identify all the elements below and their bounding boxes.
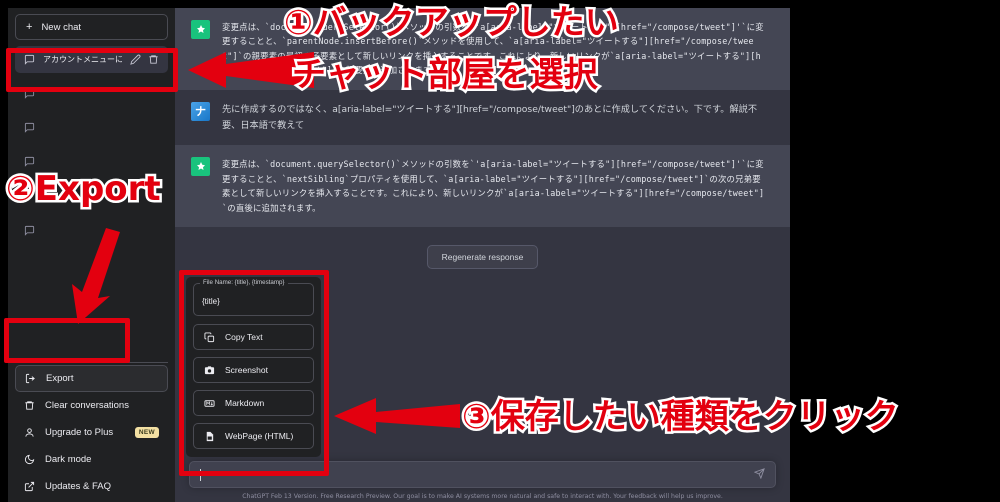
chat-message-assistant-2: 変更点は、`document.querySelector()`メソッドの引数を`… bbox=[175, 145, 790, 228]
status-badge: NEW bbox=[134, 427, 159, 438]
chat-history-list: アカウントメニューにリンク追 bbox=[8, 46, 175, 251]
annotation-step-3: ③保存したい種類をクリック bbox=[460, 395, 902, 438]
annotation-step-2: ②Export bbox=[4, 167, 164, 210]
message-icon bbox=[24, 88, 35, 99]
new-chat-button[interactable]: + New chat bbox=[15, 14, 168, 40]
camera-icon bbox=[204, 365, 215, 376]
annotation-arrow-2 bbox=[72, 228, 120, 324]
sidebar-item-label: Export bbox=[46, 373, 74, 384]
message-icon bbox=[24, 225, 35, 236]
message-icon bbox=[24, 122, 35, 133]
avatar-initial: ナ bbox=[195, 105, 206, 119]
export-option-label: WebPage (HTML) bbox=[225, 431, 294, 441]
message-icon bbox=[24, 54, 35, 65]
trash-icon[interactable] bbox=[148, 54, 159, 65]
chat-history-item-2[interactable] bbox=[15, 114, 168, 141]
filename-input[interactable]: {title} bbox=[202, 297, 220, 306]
moon-icon bbox=[24, 454, 35, 465]
user-icon bbox=[24, 427, 35, 438]
chat-row-actions bbox=[130, 54, 159, 65]
annotation-step-1-line-2: チャット部屋を選択 bbox=[290, 53, 601, 96]
sidebar-item-label: Updates & FAQ bbox=[45, 481, 112, 492]
filename-field[interactable]: File Name: {title}, {timestamp} {title} bbox=[193, 279, 314, 316]
copy-icon bbox=[204, 331, 215, 343]
app-screenshot: + New chat アカウントメニューにリンク追 bbox=[0, 0, 1000, 502]
send-icon[interactable] bbox=[753, 466, 765, 484]
sidebar-item-upgrade-to-plus[interactable]: Upgrade to Plus NEW bbox=[15, 419, 168, 446]
export-popup: File Name: {title}, {timestamp} {title} … bbox=[186, 277, 321, 457]
file-html-icon bbox=[204, 431, 215, 442]
plus-icon: + bbox=[26, 20, 33, 33]
sidebar-item-clear-conversations[interactable]: Clear conversations bbox=[15, 392, 168, 419]
sidebar-item-label: Clear conversations bbox=[45, 400, 129, 411]
message-icon bbox=[24, 156, 35, 167]
sidebar-item-export[interactable]: Export bbox=[15, 365, 168, 392]
external-link-icon bbox=[24, 481, 35, 492]
export-icon bbox=[25, 373, 36, 384]
markdown-icon bbox=[204, 398, 215, 409]
assistant-avatar bbox=[191, 20, 210, 39]
message-composer[interactable] bbox=[189, 461, 776, 488]
chat-message-text: 先に作成するのではなく、a[aria-label="ツイートする"][href=… bbox=[222, 103, 758, 131]
chat-history-item-1[interactable] bbox=[15, 80, 168, 107]
chat-history-item-title: アカウントメニューにリンク追 bbox=[43, 55, 122, 64]
export-option-copy-text[interactable]: Copy Text bbox=[193, 324, 314, 350]
chat-history-item-0[interactable]: アカウントメニューにリンク追 bbox=[15, 46, 168, 73]
regenerate-response-button[interactable]: Regenerate response bbox=[426, 245, 539, 270]
sidebar-item-label: Dark mode bbox=[45, 454, 92, 465]
export-option-label: Markdown bbox=[225, 398, 265, 408]
sidebar-item-label: Upgrade to Plus bbox=[45, 427, 114, 438]
sidebar-item-dark-mode[interactable]: Dark mode bbox=[15, 446, 168, 473]
chat-message-text: 変更点は、`document.querySelector()`メソッドの引数を`… bbox=[222, 159, 765, 213]
sidebar-divider bbox=[15, 362, 168, 363]
export-option-screenshot[interactable]: Screenshot bbox=[193, 357, 314, 383]
sidebar-item-updates-faq[interactable]: Updates & FAQ bbox=[15, 473, 168, 500]
annotation-step-1-line-1: ①バックアップしたい bbox=[282, 1, 622, 44]
footer-note: ChatGPT Feb 13 Version. Free Research Pr… bbox=[242, 493, 723, 500]
user-avatar: ナ bbox=[191, 101, 210, 121]
regenerate-row: Regenerate response bbox=[175, 245, 790, 270]
export-option-markdown[interactable]: Markdown bbox=[193, 390, 314, 416]
new-chat-label: New chat bbox=[41, 21, 82, 33]
chat-message-user-1: ナ 先に作成するのではなく、a[aria-label="ツイートする"][hre… bbox=[175, 89, 790, 146]
annotation-arrow-3 bbox=[334, 398, 460, 434]
composer-area: ChatGPT Feb 13 Version. Free Research Pr… bbox=[175, 461, 790, 502]
export-option-label: Copy Text bbox=[225, 332, 263, 342]
sidebar-menu: Export Clear conversations Upgrade to Pl… bbox=[8, 365, 175, 502]
assistant-avatar bbox=[191, 157, 210, 177]
export-option-webpage-html[interactable]: WebPage (HTML) bbox=[193, 423, 314, 449]
edit-icon[interactable] bbox=[130, 54, 141, 65]
filename-label: File Name: {title}, {timestamp} bbox=[200, 279, 288, 286]
text-caret bbox=[200, 468, 201, 481]
trash-icon bbox=[24, 400, 35, 411]
export-option-label: Screenshot bbox=[225, 365, 268, 375]
